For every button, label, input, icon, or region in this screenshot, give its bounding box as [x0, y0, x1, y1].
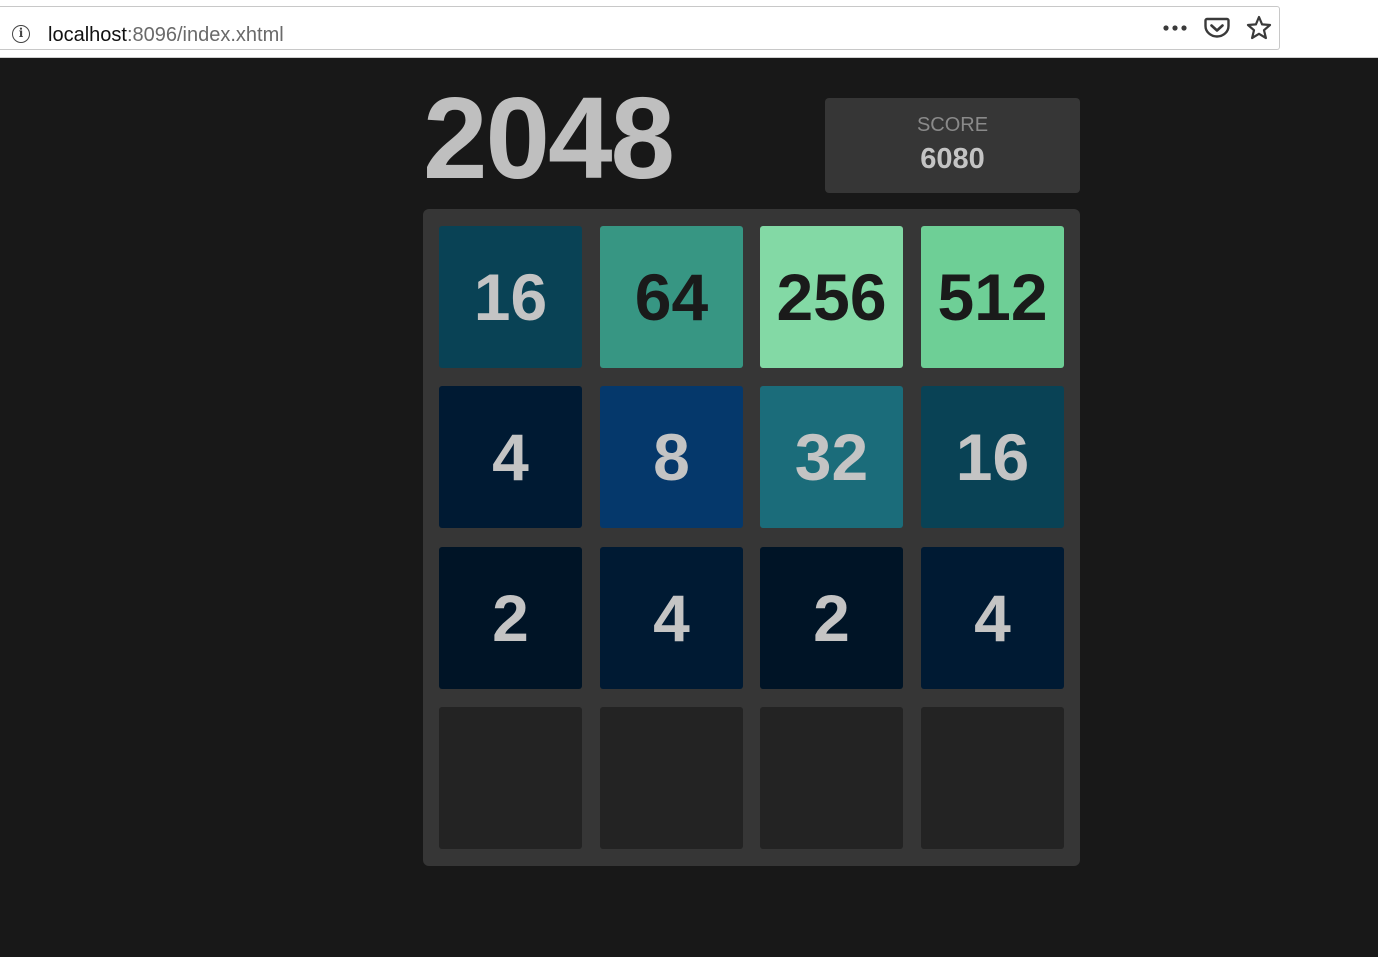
tile-2: 2 — [439, 547, 582, 689]
tile-32: 32 — [760, 386, 903, 528]
game-board[interactable]: 16 64 256 512 4 8 32 16 2 4 2 4 — [423, 209, 1080, 866]
game-title: 2048 — [423, 73, 675, 203]
info-icon[interactable]: i — [12, 25, 30, 43]
tile-16: 16 — [439, 226, 582, 368]
score-label: SCORE — [916, 114, 989, 136]
tile-16: 16 — [921, 386, 1064, 528]
tile-4: 4 — [921, 547, 1064, 689]
star-icon[interactable] — [1245, 14, 1273, 42]
browser-toolbar: i localhost:8096/index.xhtml — [0, 0, 1378, 58]
tile-64: 64 — [600, 226, 743, 368]
address-bar[interactable]: i localhost:8096/index.xhtml — [0, 6, 1280, 50]
score-box: SCORE 6080 — [825, 98, 1080, 193]
url-host: localhost — [48, 24, 127, 46]
more-icon[interactable] — [1161, 14, 1189, 42]
tile-8: 8 — [600, 386, 743, 528]
tile-2: 2 — [760, 547, 903, 689]
tile-256: 256 — [760, 226, 903, 368]
pocket-icon[interactable] — [1203, 14, 1231, 42]
tile-512: 512 — [921, 226, 1064, 368]
tile-4: 4 — [600, 547, 743, 689]
tile-4: 4 — [439, 386, 582, 528]
url-path: :8096/index.xhtml — [126, 24, 284, 46]
empty-cell — [760, 707, 903, 849]
url-text[interactable]: localhost:8096/index.xhtml — [48, 22, 284, 48]
empty-cell — [600, 707, 743, 849]
score-value: 6080 — [920, 143, 985, 175]
empty-cell — [921, 707, 1064, 849]
empty-cell — [439, 707, 582, 849]
